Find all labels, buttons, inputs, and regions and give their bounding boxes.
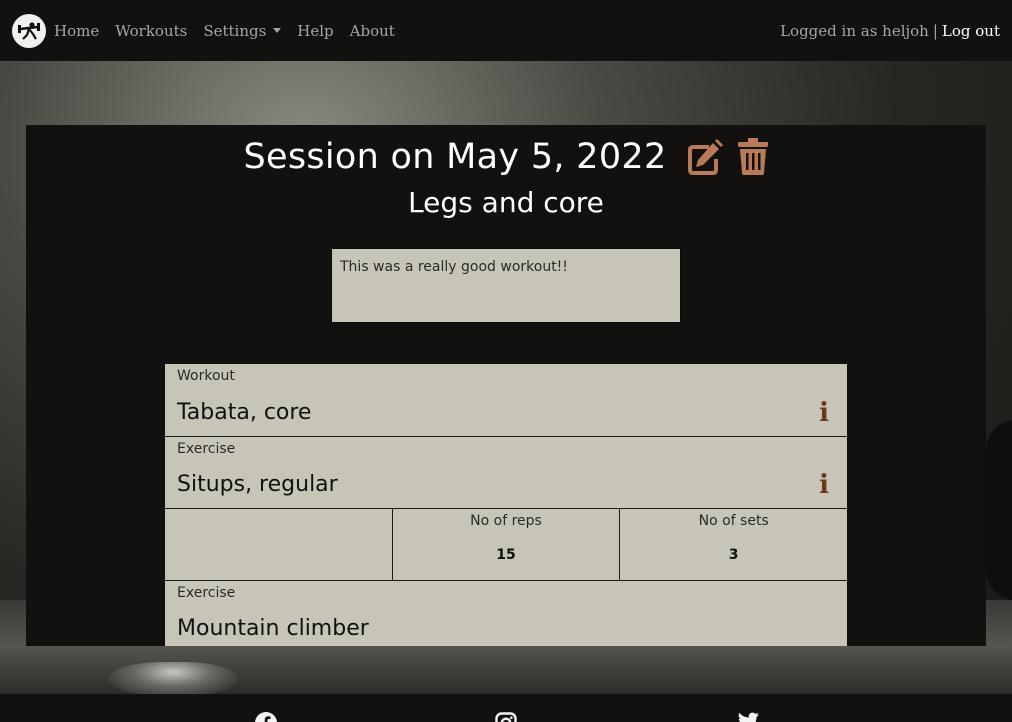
footer — [0, 694, 1012, 722]
background-kettlebell — [986, 420, 1012, 600]
title-row: Session on May 5, 2022 — [0, 134, 1012, 180]
exercise-label: Exercise — [177, 585, 236, 601]
separator: | — [932, 21, 938, 40]
session-table: Workout Tabata, core i Exercise Situps, … — [165, 364, 847, 646]
nav-links: Home Workouts Settings Help About — [54, 22, 395, 40]
reps-value: 15 — [496, 547, 516, 563]
exercise-label: Exercise — [177, 441, 236, 457]
nav-about[interactable]: About — [350, 22, 395, 40]
exercise-stats-row: No of reps 15 No of sets 3 — [165, 509, 847, 581]
nav-help[interactable]: Help — [297, 22, 333, 40]
workout-value: Tabata, core — [177, 400, 312, 425]
exercise-row: Exercise Mountain climber — [165, 581, 847, 646]
page-title: Session on May 5, 2022 — [243, 137, 667, 177]
stats-empty-cell — [165, 509, 393, 580]
navbar: Home Workouts Settings Help About Logged… — [0, 0, 1012, 61]
exercise-value: Mountain climber — [177, 616, 369, 641]
dumbbell-lifter-icon[interactable] — [12, 13, 46, 48]
session-subtitle: Legs and core — [408, 186, 604, 219]
nav-workouts[interactable]: Workouts — [115, 22, 187, 40]
sets-cell: No of sets 3 — [620, 509, 847, 580]
logged-in-text: Logged in as heljoh — [780, 21, 929, 40]
exercise-value: Situps, regular — [177, 472, 338, 497]
trash-icon[interactable] — [737, 138, 769, 176]
info-icon[interactable]: i — [819, 470, 829, 500]
exercise-row: Exercise Situps, regular i — [165, 437, 847, 509]
nav-settings-label: Settings — [203, 21, 267, 40]
facebook-icon[interactable] — [255, 712, 277, 722]
edit-icon[interactable] — [687, 139, 725, 175]
user-status: Logged in as heljoh | Log out — [780, 22, 1000, 40]
chevron-down-icon — [273, 27, 282, 33]
reps-cell: No of reps 15 — [393, 509, 621, 580]
workout-row: Workout Tabata, core i — [165, 364, 847, 437]
workout-label: Workout — [177, 368, 235, 384]
sets-value: 3 — [728, 547, 739, 563]
twitter-icon[interactable] — [735, 712, 759, 722]
info-icon[interactable]: i — [819, 398, 829, 428]
reps-label: No of reps — [470, 513, 542, 529]
session-notes: This was a really good workout!! — [331, 248, 681, 323]
instagram-icon[interactable] — [495, 712, 517, 722]
sets-label: No of sets — [698, 513, 769, 529]
nav-settings-dropdown[interactable]: Settings — [203, 21, 282, 40]
background-weight-plate — [108, 662, 238, 696]
logout-link[interactable]: Log out — [942, 22, 1000, 40]
nav-home[interactable]: Home — [54, 22, 99, 40]
